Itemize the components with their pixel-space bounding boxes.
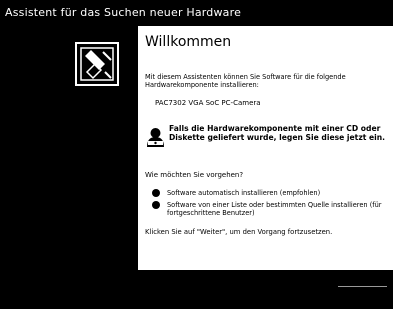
cd-notice-text: Falls die Hardwarekomponente mit einer C… bbox=[169, 124, 386, 142]
window-title-bar: Assistent für das Suchen neuer Hardware bbox=[0, 0, 393, 26]
page-title: Willkommen bbox=[145, 34, 232, 50]
device-name: PAC7302 VGA SoC PC-Camera bbox=[155, 99, 261, 107]
continue-hint: Klicken Sie auf "Weiter", um den Vorgang… bbox=[145, 228, 333, 236]
wizard-content: Willkommen Mit diesem Assistenten können… bbox=[138, 26, 393, 270]
wizard-button-bar bbox=[0, 270, 393, 309]
cd-drive-icon bbox=[147, 128, 164, 147]
radio-button[interactable] bbox=[152, 201, 160, 209]
option-auto-install-label: Software automatisch installieren (empfo… bbox=[167, 189, 321, 197]
cd-notice: Falls die Hardwarekomponente mit einer C… bbox=[145, 122, 393, 156]
hardware-wizard-icon bbox=[75, 42, 119, 86]
option-list-install[interactable]: Software von einer Liste oder bestimmten… bbox=[145, 201, 387, 217]
button-bar-divider bbox=[338, 286, 387, 287]
question-text: Wie möchten Sie vorgehen? bbox=[145, 171, 244, 179]
option-auto-install[interactable]: Software automatisch installieren (empfo… bbox=[145, 189, 387, 197]
window-title: Assistent für das Suchen neuer Hardware bbox=[5, 6, 242, 19]
option-list-install-label: Software von einer Liste oder bestimmten… bbox=[167, 201, 382, 217]
intro-text: Mit diesem Assistenten können Sie Softwa… bbox=[145, 73, 346, 89]
radio-button-selected[interactable] bbox=[152, 189, 160, 197]
wizard-side-panel bbox=[0, 26, 138, 270]
